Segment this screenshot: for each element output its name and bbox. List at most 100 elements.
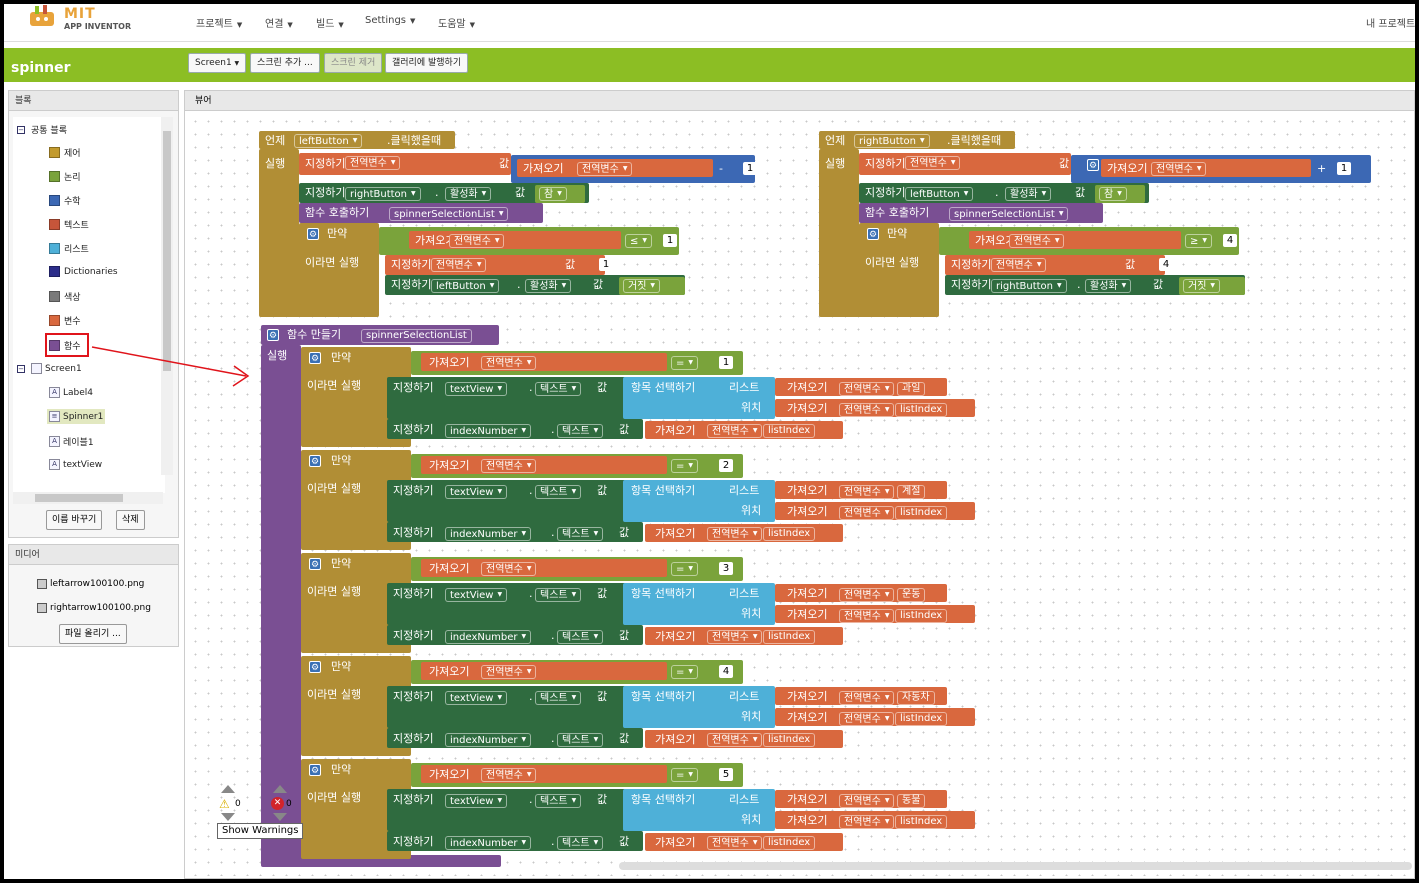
tree-item-math[interactable]: 수학 [49, 194, 81, 207]
chevron-down-icon[interactable]: ▼ [753, 839, 758, 846]
number-field[interactable]: 1 [719, 356, 733, 369]
error-next-icon[interactable] [273, 813, 287, 821]
number-field[interactable]: 5 [719, 768, 733, 781]
chevron-down-icon[interactable]: ▼ [753, 530, 758, 537]
tree-item-procedures[interactable]: 함수 [45, 333, 89, 357]
chevron-down-icon[interactable]: ▼ [1117, 190, 1122, 197]
chevron-down-icon[interactable]: ▼ [885, 488, 890, 495]
global-name-field[interactable]: 전역변수 ▼ [1151, 162, 1207, 176]
media-file[interactable]: leftarrow100100.png [37, 579, 144, 589]
chevron-down-icon[interactable]: ▼ [594, 633, 599, 640]
procedure-name-field[interactable]: spinnerSelectionList ▼ [949, 207, 1069, 221]
chevron-down-icon[interactable]: ▼ [522, 530, 527, 537]
tree-horizontal-scrollbar[interactable] [13, 492, 163, 504]
property-field[interactable]: 활성화 ▼ [1005, 187, 1052, 201]
list-name-field[interactable]: 과일 [897, 382, 926, 396]
variable-name-field[interactable]: listIndex [895, 815, 948, 829]
compare-operator-field[interactable]: ≥ ▼ [1185, 234, 1213, 248]
workspace-scrollbar[interactable] [619, 862, 1412, 870]
property-field[interactable]: 텍스트 ▼ [535, 382, 582, 396]
number-field[interactable]: 1 [743, 162, 757, 175]
chevron-down-icon[interactable]: ▼ [1197, 165, 1202, 172]
app-inventor-logo[interactable]: MIT APP INVENTOR [26, 4, 136, 38]
component-field[interactable]: textView ▼ [445, 382, 508, 396]
compare-operator-field[interactable]: ≤ ▼ [625, 234, 653, 248]
chevron-down-icon[interactable]: ▼ [885, 591, 890, 598]
tree-item-variables[interactable]: 변수 [49, 314, 81, 327]
global-name-field[interactable]: 전역변수 ▼ [431, 258, 487, 272]
variable-name-field[interactable]: listIndex [763, 527, 816, 541]
mutator-gear-icon[interactable]: ⚙ [309, 764, 321, 776]
chevron-down-icon[interactable]: ▼ [688, 565, 693, 572]
boolean-field[interactable]: 참 ▼ [1099, 187, 1127, 201]
event-body[interactable] [259, 149, 299, 316]
mutator-gear-icon[interactable]: ⚙ [309, 455, 321, 467]
chevron-down-icon[interactable]: ▼ [353, 137, 358, 144]
number-field[interactable]: 2 [719, 459, 733, 472]
chevron-down-icon[interactable]: ▼ [572, 591, 577, 598]
chevron-down-icon[interactable]: ▼ [885, 818, 890, 825]
chevron-down-icon[interactable]: ▼ [688, 668, 693, 675]
chevron-down-icon[interactable]: ▼ [1042, 190, 1047, 197]
chevron-down-icon[interactable]: ▼ [497, 488, 502, 495]
tree-component-textview[interactable]: AtextView [49, 459, 102, 470]
global-name-field[interactable]: 전역변수 ▼ [839, 382, 895, 396]
variable-name-field[interactable]: listIndex [895, 403, 948, 417]
global-name-field[interactable]: 전역변수 ▼ [839, 485, 895, 499]
compare-operator-field[interactable]: = ▼ [671, 665, 699, 679]
delete-button[interactable]: 삭제 [116, 510, 145, 530]
mutator-gear-icon[interactable]: ⚙ [867, 228, 879, 240]
chevron-down-icon[interactable]: ▼ [688, 462, 693, 469]
global-name-field[interactable]: 전역변수 ▼ [839, 691, 895, 705]
tree-screen1[interactable]: − Screen1 [17, 363, 82, 374]
global-name-field[interactable]: 전역변수 ▼ [905, 156, 961, 170]
chevron-down-icon[interactable]: ▼ [1210, 282, 1215, 289]
publish-gallery-button[interactable]: 갤러리에 발행하기 [385, 53, 469, 73]
global-name-field[interactable]: 전역변수 ▼ [839, 506, 895, 520]
component-field[interactable]: rightButton ▼ [345, 187, 421, 201]
chevron-down-icon[interactable]: ▼ [391, 159, 396, 166]
event-component-field[interactable]: rightButton ▼ [854, 134, 930, 148]
property-field[interactable]: 텍스트 ▼ [557, 424, 604, 438]
component-field[interactable]: leftButton ▼ [905, 187, 974, 201]
menu-connect[interactable]: 연결 ▼ [265, 15, 293, 30]
chevron-down-icon[interactable]: ▼ [497, 694, 502, 701]
chevron-down-icon[interactable]: ▼ [1037, 261, 1042, 268]
error-prev-icon[interactable] [273, 785, 287, 793]
global-name-field[interactable]: 전역변수 ▼ [481, 768, 537, 782]
variable-name-field[interactable]: listIndex [895, 609, 948, 623]
chevron-down-icon[interactable]: ▼ [753, 633, 758, 640]
global-name-field[interactable]: 전역변수 ▼ [345, 156, 401, 170]
mutator-gear-icon[interactable]: ⚙ [309, 661, 321, 673]
variable-name-field[interactable]: listIndex [895, 506, 948, 520]
property-field[interactable]: 활성화 ▼ [525, 279, 572, 293]
boolean-field[interactable]: 거짓 ▼ [623, 279, 661, 293]
component-field[interactable]: indexNumber ▼ [445, 527, 532, 541]
my-projects-link[interactable]: 내 프로젝트 [1366, 15, 1415, 30]
procedure-name-field[interactable]: spinnerSelectionList [361, 329, 472, 343]
global-name-field[interactable]: 전역변수 ▼ [481, 356, 537, 370]
chevron-down-icon[interactable]: ▼ [1057, 282, 1062, 289]
variable-name-field[interactable]: listIndex [895, 712, 948, 726]
global-name-field[interactable]: 전역변수 ▼ [481, 562, 537, 576]
mutator-gear-icon[interactable]: ⚙ [307, 228, 319, 240]
chevron-down-icon[interactable]: ▼ [572, 385, 577, 392]
chevron-down-icon[interactable]: ▼ [411, 190, 416, 197]
property-field[interactable]: 텍스트 ▼ [557, 836, 604, 850]
chevron-down-icon[interactable]: ▼ [527, 462, 532, 469]
component-field[interactable]: textView ▼ [445, 588, 508, 602]
chevron-down-icon[interactable]: ▼ [572, 694, 577, 701]
tree-item-logic[interactable]: 논리 [49, 170, 81, 183]
global-name-field[interactable]: 전역변수 ▼ [707, 424, 763, 438]
number-field[interactable]: 4 [719, 665, 733, 678]
chevron-down-icon[interactable]: ▼ [1122, 282, 1127, 289]
chevron-down-icon[interactable]: ▼ [688, 359, 693, 366]
chevron-down-icon[interactable]: ▼ [885, 715, 890, 722]
chevron-down-icon[interactable]: ▼ [885, 694, 890, 701]
rename-button[interactable]: 이름 바꾸기 [46, 510, 103, 530]
event-component-field[interactable]: leftButton ▼ [294, 134, 363, 148]
chevron-down-icon[interactable]: ▼ [650, 282, 655, 289]
global-name-field[interactable]: 전역변수 ▼ [991, 258, 1047, 272]
property-field[interactable]: 텍스트 ▼ [535, 691, 582, 705]
tree-item-lists[interactable]: 리스트 [49, 242, 89, 255]
